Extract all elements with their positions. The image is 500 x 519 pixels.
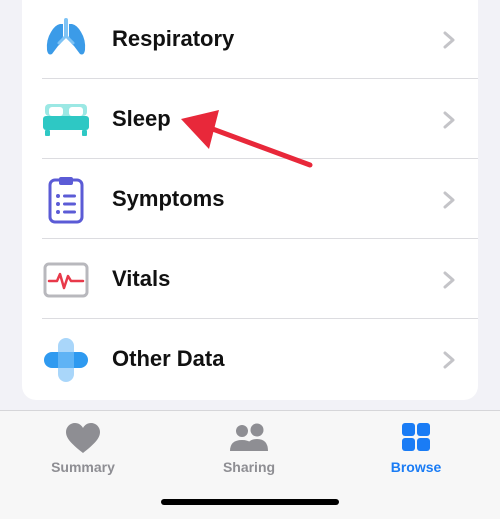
- health-categories-list: Respiratory Sleep Symptoms Vitals Other …: [22, 0, 478, 400]
- list-item-other-data[interactable]: Other Data: [22, 320, 478, 400]
- heart-icon: [66, 423, 100, 453]
- chevron-right-icon: [443, 31, 455, 49]
- home-indicator[interactable]: [161, 499, 339, 505]
- people-icon: [230, 423, 268, 451]
- tab-summary[interactable]: Summary: [3, 411, 163, 481]
- list-divider: [42, 158, 478, 159]
- lungs-icon: [46, 18, 86, 55]
- bed-icon: [43, 104, 89, 136]
- list-item-respiratory[interactable]: Respiratory: [22, 0, 478, 80]
- tab-label: Browse: [390, 459, 442, 475]
- list-item-symptoms[interactable]: Symptoms: [22, 160, 478, 240]
- plus-icon: [44, 338, 88, 382]
- list-divider: [42, 78, 478, 79]
- grid-icon: [402, 423, 430, 451]
- tab-bar: Summary Sharing Browse: [0, 410, 500, 519]
- list-item-label: Vitals: [112, 266, 171, 291]
- chevron-right-icon: [443, 351, 455, 369]
- tab-sharing[interactable]: Sharing: [169, 411, 329, 481]
- chevron-right-icon: [443, 271, 455, 289]
- tab-browse[interactable]: Browse: [336, 411, 496, 481]
- list-item-label: Symptoms: [112, 186, 225, 211]
- tab-label: Sharing: [222, 459, 276, 475]
- list-item-label: Other Data: [112, 346, 225, 371]
- chevron-right-icon: [443, 191, 455, 209]
- list-item-label: Respiratory: [112, 26, 235, 51]
- vitals-monitor-icon: [43, 262, 89, 298]
- clipboard-icon: [48, 177, 84, 224]
- list-divider: [42, 318, 478, 319]
- list-divider: [42, 238, 478, 239]
- chevron-right-icon: [443, 111, 455, 129]
- list-item-sleep[interactable]: Sleep: [22, 80, 478, 160]
- tab-label: Summary: [51, 459, 115, 475]
- list-item-label: Sleep: [112, 106, 171, 131]
- list-item-vitals[interactable]: Vitals: [22, 240, 478, 320]
